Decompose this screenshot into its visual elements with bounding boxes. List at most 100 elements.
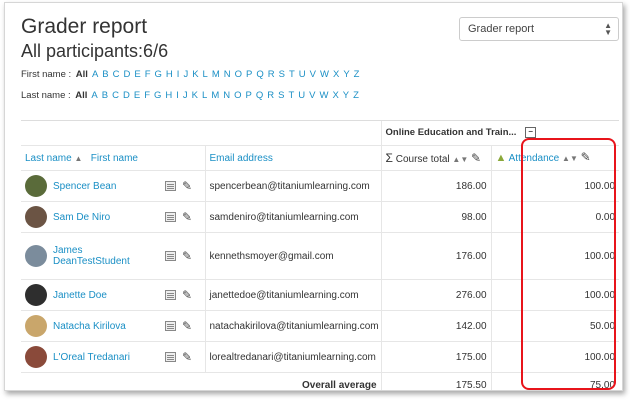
user-report-icon[interactable] [165,352,176,362]
course-total-cell[interactable]: 175.00 [456,352,487,363]
course-total-cell[interactable]: 276.00 [456,290,487,301]
edit-user-icon[interactable]: ✎ [182,180,192,192]
student-name-link[interactable]: Spencer Bean [53,181,116,192]
course-total-cell[interactable]: 98.00 [461,212,486,223]
avatar[interactable] [25,245,47,267]
edit-user-icon[interactable]: ✎ [182,289,192,301]
last-name-filter-o[interactable]: O [234,90,241,101]
first-name-filter-c[interactable]: C [113,69,120,80]
report-select[interactable]: Grader report ▲ ▼ [459,17,619,41]
last-name-filter-all[interactable]: All [75,90,87,101]
last-name-filter-e[interactable]: E [134,90,140,101]
first-name-filter-d[interactable]: D [124,69,131,80]
last-name-filter-j[interactable]: J [183,90,188,101]
attendance-cell[interactable]: 0.00 [596,212,615,223]
last-name-filter-l[interactable]: L [202,90,207,101]
last-name-filter-a[interactable]: A [91,90,97,101]
last-name-filter-g[interactable]: G [154,90,161,101]
first-name-filter-a[interactable]: A [92,69,98,80]
last-name-filter-m[interactable]: M [211,90,219,101]
user-report-icon[interactable] [165,290,176,300]
student-name-link[interactable]: Natacha Kirilova [53,321,126,332]
first-name-filter-f[interactable]: F [145,69,151,80]
first-name-filter-p[interactable]: P [246,69,252,80]
first-name-filter-r[interactable]: R [268,69,275,80]
first-name-filter-o[interactable]: O [235,69,242,80]
last-name-filter-c[interactable]: C [112,90,119,101]
first-name-filter-i[interactable]: I [177,69,180,80]
last-name-filter-s[interactable]: S [278,90,284,101]
last-name-filter-t[interactable]: T [288,90,294,101]
last-name-filter-d[interactable]: D [123,90,130,101]
first-name-filter-u[interactable]: U [299,69,306,80]
attendance-cell[interactable]: 100.00 [584,251,615,262]
last-name-filter-h[interactable]: H [165,90,172,101]
first-name-filter-v[interactable]: V [310,69,316,80]
sort-ascending-icon[interactable]: ▲ [74,154,82,163]
attendance-cell[interactable]: 100.00 [584,181,615,192]
last-name-filter-y[interactable]: Y [343,90,349,101]
avatar[interactable] [25,206,47,228]
course-total-cell[interactable]: 186.00 [456,181,487,192]
last-name-filter-z[interactable]: Z [353,90,359,101]
last-name-filter-w[interactable]: W [319,90,328,101]
first-name-filter-k[interactable]: K [192,69,198,80]
user-report-icon[interactable] [165,212,176,222]
student-name-link[interactable]: Sam De Niro [53,212,110,223]
first-name-filter-all[interactable]: All [76,69,88,80]
last-name-filter-r[interactable]: R [267,90,274,101]
first-name-filter-b[interactable]: B [102,69,108,80]
edit-attendance-icon[interactable]: ✎ [581,150,591,164]
last-name-filter-b[interactable]: B [102,90,108,101]
sort-attendance-icon[interactable]: ▲▼ [562,154,578,163]
edit-user-icon[interactable]: ✎ [182,211,192,223]
user-report-icon[interactable] [165,181,176,191]
last-name-filter-k[interactable]: K [192,90,198,101]
first-name-filter-h[interactable]: H [166,69,173,80]
first-name-filter-x[interactable]: X [333,69,339,80]
user-report-icon[interactable] [165,321,176,331]
last-name-filter-i[interactable]: I [176,90,179,101]
first-name-filter-g[interactable]: G [155,69,162,80]
edit-user-icon[interactable]: ✎ [182,320,192,332]
avatar[interactable] [25,175,47,197]
first-name-filter-s[interactable]: S [279,69,285,80]
sort-first-name-link[interactable]: First name [91,153,138,164]
first-name-filter-w[interactable]: W [320,69,329,80]
last-name-filter-n[interactable]: N [223,90,230,101]
avatar[interactable] [25,346,47,368]
first-name-filter-y[interactable]: Y [343,69,349,80]
last-name-filter-u[interactable]: U [298,90,305,101]
course-total-cell[interactable]: 142.00 [456,321,487,332]
attendance-cell[interactable]: 50.00 [590,321,615,332]
collapse-icon[interactable]: − [525,127,537,139]
course-total-cell[interactable]: 176.00 [456,251,487,262]
student-name-link[interactable]: James DeanTestStudent [53,245,130,267]
first-name-filter-l[interactable]: L [203,69,208,80]
first-name-filter-j[interactable]: J [183,69,188,80]
attendance-cell[interactable]: 100.00 [584,352,615,363]
attendance-cell[interactable]: 100.00 [584,290,615,301]
first-name-filter-n[interactable]: N [224,69,231,80]
student-name-link[interactable]: L'Oreal Tredanari [53,352,130,363]
sort-last-name-link[interactable]: Last name [25,153,72,164]
edit-user-icon[interactable]: ✎ [182,351,192,363]
last-name-filter-v[interactable]: V [309,90,315,101]
avatar[interactable] [25,315,47,337]
last-name-filter-q[interactable]: Q [256,90,263,101]
last-name-filter-f[interactable]: F [144,90,150,101]
first-name-filter-z[interactable]: Z [354,69,360,80]
attendance-column-link[interactable]: Attendance [509,153,560,164]
email-column-link[interactable]: Email address [210,153,273,164]
first-name-filter-q[interactable]: Q [256,69,263,80]
last-name-filter-x[interactable]: X [332,90,338,101]
first-name-filter-m[interactable]: M [212,69,220,80]
avatar[interactable] [25,284,47,306]
user-report-icon[interactable] [165,251,176,261]
edit-course-total-icon[interactable]: ✎ [471,151,481,165]
student-name-link[interactable]: Janette Doe [53,290,107,301]
sort-course-total-icon[interactable]: ▲▼ [452,155,468,164]
last-name-filter-p[interactable]: P [246,90,252,101]
first-name-filter-t[interactable]: T [289,69,295,80]
first-name-filter-e[interactable]: E [134,69,140,80]
